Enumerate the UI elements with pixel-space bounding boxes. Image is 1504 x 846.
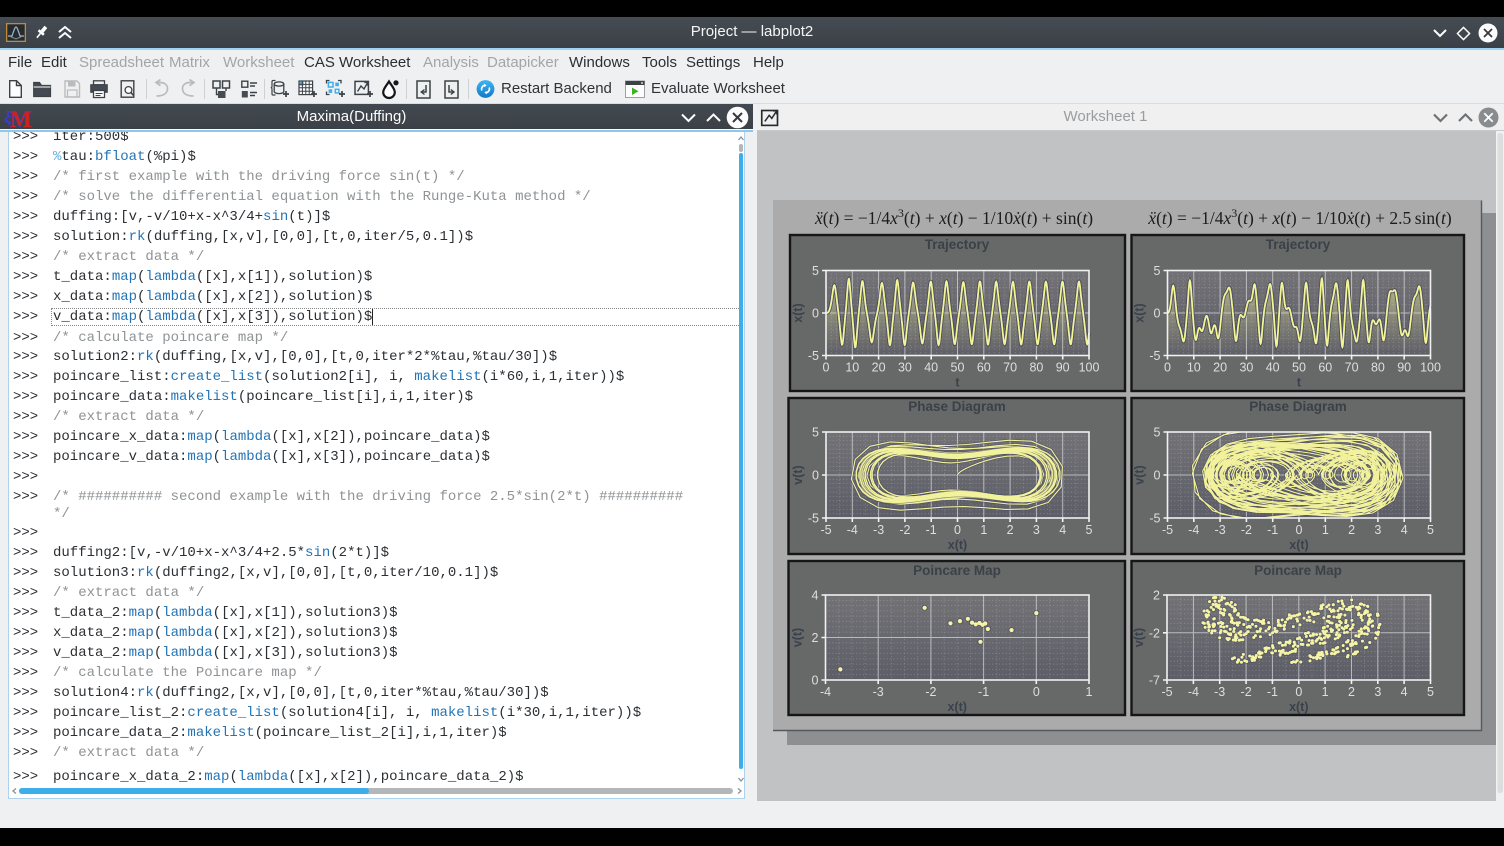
svg-text:60: 60 <box>1318 361 1332 375</box>
svg-text:x(t): x(t) <box>948 538 967 552</box>
svg-text:90: 90 <box>1397 361 1411 375</box>
svg-text:Poincare Map: Poincare Map <box>1254 563 1342 578</box>
svg-text:100: 100 <box>1420 361 1441 375</box>
svg-text:x(t): x(t) <box>947 700 966 714</box>
svg-text:10: 10 <box>845 361 859 375</box>
svg-text:-4: -4 <box>847 523 858 537</box>
svg-text:5: 5 <box>1427 685 1434 699</box>
svg-text:2: 2 <box>1153 589 1160 603</box>
svg-text:-1: -1 <box>926 523 937 537</box>
svg-text:v(t): v(t) <box>1133 465 1147 484</box>
svg-text:80: 80 <box>1029 361 1043 375</box>
svg-text:v(t): v(t) <box>791 465 805 484</box>
svg-text:-5: -5 <box>1149 512 1160 526</box>
svg-text:-2: -2 <box>925 685 936 699</box>
svg-text:-5: -5 <box>808 349 819 363</box>
svg-text:70: 70 <box>1003 361 1017 375</box>
svg-text:0: 0 <box>1154 307 1161 321</box>
svg-text:2: 2 <box>1348 523 1355 537</box>
svg-text:0: 0 <box>812 307 819 321</box>
svg-text:-5: -5 <box>1162 523 1173 537</box>
svg-text:40: 40 <box>924 361 938 375</box>
svg-text:50: 50 <box>951 361 965 375</box>
svg-text:-5: -5 <box>1161 685 1172 699</box>
svg-text:x(t): x(t) <box>1289 538 1308 552</box>
svg-text:v(t): v(t) <box>791 628 805 647</box>
svg-text:Poincare Map: Poincare Map <box>913 563 1001 578</box>
svg-text:3: 3 <box>1033 523 1040 537</box>
svg-text:-5: -5 <box>808 512 819 526</box>
svg-text:80: 80 <box>1371 361 1385 375</box>
svg-text:0: 0 <box>954 523 961 537</box>
svg-text:-2: -2 <box>1149 626 1160 640</box>
svg-text:0: 0 <box>1295 685 1302 699</box>
svg-text:5: 5 <box>1154 426 1161 440</box>
svg-text:3: 3 <box>1374 523 1381 537</box>
svg-text:Trajectory: Trajectory <box>925 237 990 252</box>
svg-text:5: 5 <box>1086 523 1093 537</box>
svg-text:-7: -7 <box>1149 674 1160 688</box>
svg-text:-1: -1 <box>1267 685 1278 699</box>
svg-text:0: 0 <box>1296 523 1303 537</box>
svg-text:-4: -4 <box>1188 523 1199 537</box>
svg-text:5: 5 <box>1154 264 1161 278</box>
svg-text:-2: -2 <box>899 523 910 537</box>
svg-text:-3: -3 <box>1215 523 1226 537</box>
svg-text:0: 0 <box>812 469 819 483</box>
svg-text:4: 4 <box>1401 685 1408 699</box>
svg-text:-4: -4 <box>820 685 831 699</box>
svg-text:-2: -2 <box>1241 685 1252 699</box>
svg-text:Trajectory: Trajectory <box>1266 237 1331 252</box>
svg-text:-1: -1 <box>978 685 989 699</box>
svg-text:1: 1 <box>980 523 987 537</box>
svg-text:-1: -1 <box>1267 523 1278 537</box>
svg-text:30: 30 <box>898 361 912 375</box>
svg-text:Phase Diagram: Phase Diagram <box>1249 399 1347 414</box>
svg-text:4: 4 <box>1401 523 1408 537</box>
svg-text:-3: -3 <box>873 685 884 699</box>
svg-text:90: 90 <box>1056 361 1070 375</box>
svg-text:20: 20 <box>1213 361 1227 375</box>
svg-text:5: 5 <box>812 264 819 278</box>
svg-text:50: 50 <box>1292 361 1306 375</box>
svg-text:x(t): x(t) <box>1133 303 1147 322</box>
svg-text:5: 5 <box>812 426 819 440</box>
svg-text:0: 0 <box>812 674 819 688</box>
svg-text:0: 0 <box>1033 685 1040 699</box>
svg-text:2: 2 <box>812 631 819 645</box>
svg-text:60: 60 <box>977 361 991 375</box>
svg-text:2: 2 <box>1348 685 1355 699</box>
svg-text:3: 3 <box>1374 685 1381 699</box>
svg-text:5: 5 <box>1427 523 1434 537</box>
svg-text:4: 4 <box>1059 523 1066 537</box>
svg-text:-4: -4 <box>1188 685 1199 699</box>
svg-text:10: 10 <box>1187 361 1201 375</box>
svg-text:x(t): x(t) <box>791 303 805 322</box>
svg-text:-3: -3 <box>873 523 884 537</box>
svg-text:40: 40 <box>1266 361 1280 375</box>
svg-text:70: 70 <box>1345 361 1359 375</box>
svg-text:v(t): v(t) <box>1132 628 1146 647</box>
svg-text:1: 1 <box>1086 685 1093 699</box>
svg-text:0: 0 <box>1164 361 1171 375</box>
svg-text:20: 20 <box>872 361 886 375</box>
svg-text:100: 100 <box>1079 361 1100 375</box>
svg-text:-5: -5 <box>820 523 831 537</box>
svg-text:30: 30 <box>1239 361 1253 375</box>
svg-text:4: 4 <box>812 589 819 603</box>
svg-text:1: 1 <box>1322 523 1329 537</box>
svg-text:1: 1 <box>1322 685 1329 699</box>
svg-text:2: 2 <box>1007 523 1014 537</box>
svg-text:-3: -3 <box>1214 685 1225 699</box>
svg-text:-2: -2 <box>1241 523 1252 537</box>
svg-text:0: 0 <box>823 361 830 375</box>
svg-text:-5: -5 <box>1149 349 1160 363</box>
svg-text:x(t): x(t) <box>1289 700 1308 714</box>
svg-text:Phase Diagram: Phase Diagram <box>908 399 1006 414</box>
svg-text:0: 0 <box>1154 469 1161 483</box>
